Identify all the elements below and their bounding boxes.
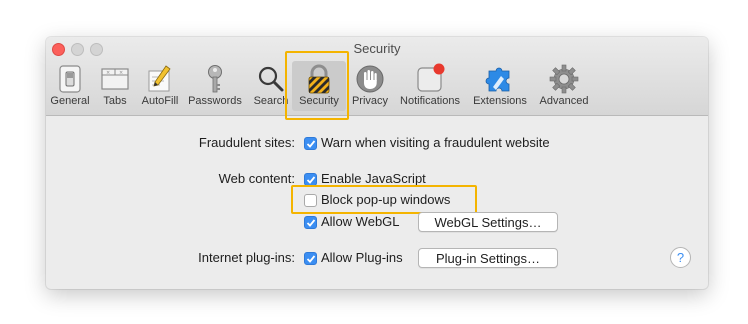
checkmark-icon (306, 219, 316, 227)
tab-privacy-label: Privacy (351, 95, 389, 107)
tab-notifications-label: Notifications (400, 95, 460, 107)
tab-notifications[interactable]: Notifications (394, 61, 466, 111)
puzzle-icon (485, 67, 510, 92)
tab-advanced[interactable]: Advanced (534, 61, 594, 111)
autofill-pencil-icon (148, 65, 171, 92)
tab-extensions-label: Extensions (473, 95, 527, 107)
tab-passwords[interactable]: Passwords (186, 61, 244, 111)
tab-privacy[interactable]: Privacy (348, 61, 392, 111)
plugin-settings-button[interactable]: Plug-in Settings… (418, 248, 558, 268)
tab-autofill[interactable]: AutoFill (136, 61, 184, 111)
allow-plugins-label[interactable]: Allow Plug-ins (321, 250, 403, 265)
key-icon (208, 65, 222, 93)
svg-text:×: × (119, 70, 123, 76)
tabs-icon: × × (101, 68, 129, 90)
general-switch-icon (59, 65, 81, 93)
titlebar-toolbar: Security General × × Tabs AutoFill Passw… (46, 37, 708, 116)
tab-general[interactable]: General (48, 61, 92, 111)
checkmark-icon (306, 255, 316, 263)
hand-icon (356, 65, 384, 93)
help-button[interactable]: ? (670, 247, 691, 268)
allow-webgl-label[interactable]: Allow WebGL (321, 214, 400, 229)
tab-passwords-label: Passwords (188, 95, 242, 107)
window-title: Security (353, 41, 401, 56)
notifications-icon (417, 63, 445, 92)
gear-icon (549, 64, 579, 94)
checkmark-icon (306, 140, 316, 148)
enable-javascript-label[interactable]: Enable JavaScript (321, 171, 426, 186)
block-popups-highlight (291, 185, 477, 214)
tab-tabs-label: Tabs (103, 95, 127, 107)
search-icon (258, 66, 284, 92)
internet-plugins-label: Internet plug-ins: (198, 250, 295, 265)
svg-text:×: × (106, 70, 110, 76)
allow-webgl-checkbox[interactable] (304, 216, 317, 229)
web-content-label: Web content: (218, 171, 295, 186)
checkmark-icon (306, 176, 316, 184)
warn-fraudulent-label[interactable]: Warn when visiting a fraudulent website (321, 135, 550, 150)
tab-advanced-label: Advanced (539, 95, 589, 107)
tab-tabs[interactable]: × × Tabs (96, 61, 134, 111)
allow-plugins-checkbox[interactable] (304, 252, 317, 265)
warn-fraudulent-checkbox[interactable] (304, 137, 317, 150)
webgl-settings-button[interactable]: WebGL Settings… (418, 212, 558, 232)
tab-general-label: General (50, 95, 90, 107)
fraudulent-sites-label: Fraudulent sites: (198, 135, 295, 150)
tab-autofill-label: AutoFill (141, 95, 179, 107)
security-tab-highlight (285, 51, 349, 120)
tab-extensions[interactable]: Extensions (468, 61, 532, 111)
